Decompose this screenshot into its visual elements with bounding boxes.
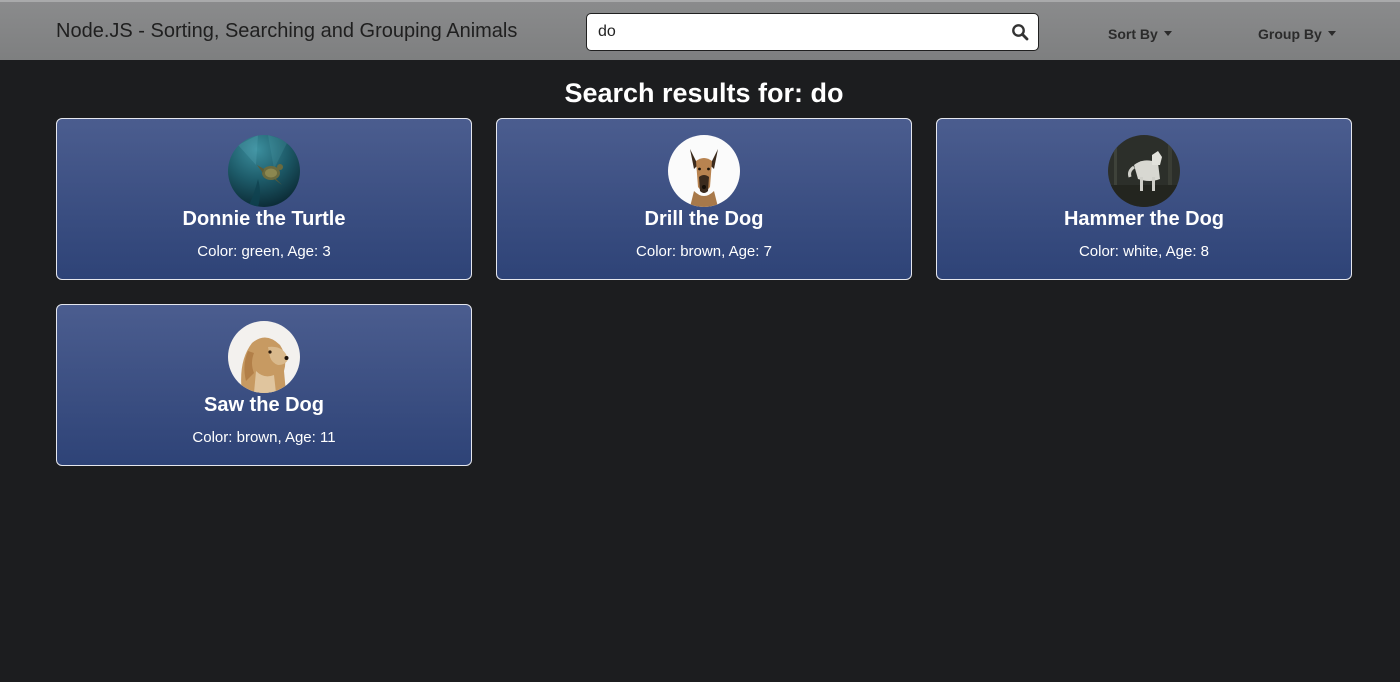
group-by-label: Group By: [1258, 26, 1322, 42]
animal-card[interactable]: Saw the Dog Color: brown, Age: 11: [56, 304, 472, 466]
navbar: Node.JS - Sorting, Searching and Groupin…: [0, 0, 1400, 60]
group-by-dropdown[interactable]: Group By: [1258, 26, 1336, 42]
animal-card[interactable]: Hammer the Dog Color: white, Age: 8: [936, 118, 1352, 280]
animal-details: Color: brown, Age: 11: [192, 429, 336, 446]
search-input[interactable]: [598, 14, 998, 50]
animal-details: Color: white, Age: 8: [1078, 243, 1210, 260]
animal-card[interactable]: Donnie the Turtle Color: green, Age: 3: [56, 118, 472, 280]
animal-photo-turtle: [228, 135, 300, 207]
animal-photo-dog: [1108, 135, 1180, 207]
animal-photo-dog: [228, 321, 300, 393]
caret-down-icon: [1163, 31, 1172, 36]
search-icon[interactable]: [1011, 23, 1029, 41]
navbar-brand[interactable]: Node.JS - Sorting, Searching and Groupin…: [56, 20, 517, 43]
animal-name: Donnie the Turtle: [182, 208, 346, 230]
sort-by-label: Sort By: [1108, 26, 1158, 42]
animal-photo-dog: [668, 135, 740, 207]
caret-down-icon: [1327, 31, 1336, 36]
animal-name: Drill the Dog: [644, 208, 764, 230]
sort-by-dropdown[interactable]: Sort By: [1108, 26, 1172, 42]
animal-name: Saw the Dog: [203, 394, 324, 416]
results-title: Search results for: do: [564, 78, 844, 108]
animal-details: Color: brown, Age: 7: [636, 243, 772, 260]
animal-name: Hammer the Dog: [1063, 208, 1225, 230]
search-box[interactable]: [586, 13, 1039, 51]
animal-card[interactable]: Drill the Dog Color: brown, Age: 7: [496, 118, 912, 280]
animal-details: Color: green, Age: 3: [197, 243, 331, 260]
